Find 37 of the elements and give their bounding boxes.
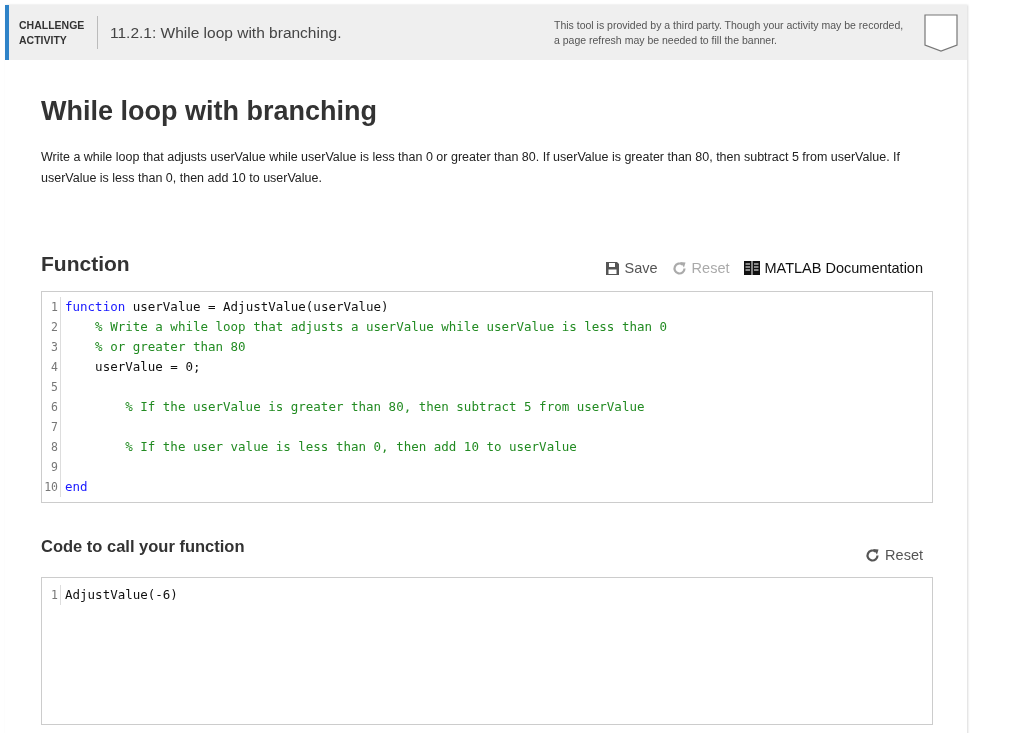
- code-keyword: function: [65, 299, 126, 314]
- line-number: 3: [42, 337, 61, 357]
- reload-icon: [865, 547, 881, 563]
- line-number: 5: [42, 377, 61, 397]
- book-icon: [743, 261, 760, 275]
- code-comment: % Write a while loop that adjusts a userValue while userValue is less than 0: [94, 319, 668, 334]
- code-keyword: end: [65, 479, 88, 494]
- page-heading: While loop with branching: [41, 96, 378, 127]
- line-number: 1: [42, 297, 61, 317]
- line-number: 8: [42, 437, 61, 457]
- code-comment: % If the userValue is greater than 80, then subtract 5 from userValue: [124, 399, 645, 414]
- docs-button[interactable]: MATLAB Documentation: [743, 260, 923, 276]
- line-number: 4: [42, 357, 61, 377]
- line-number: 9: [42, 457, 61, 477]
- section-title: Code to call your function: [41, 536, 245, 556]
- code-editor[interactable]: 1 AdjustValue(-6): [41, 577, 933, 725]
- code-comment: % or greater than 80: [94, 339, 246, 354]
- line-number: 1: [42, 585, 61, 605]
- code-editor[interactable]: [41, 291, 933, 503]
- save-button[interactable]: Save: [604, 260, 658, 276]
- line-number: 2: [42, 317, 61, 337]
- save-icon: [604, 260, 620, 276]
- code-text: userValue = 0;: [94, 359, 201, 374]
- reload-icon: [671, 260, 687, 276]
- notice-text: This tool is provided by a third party. Though your activity may be recorded, a page refresh may be needed to fill the banner.: [554, 17, 904, 48]
- reset-button[interactable]: Reset: [865, 547, 923, 563]
- activity-title: 11.2.1: While loop with branching.: [110, 23, 343, 42]
- code-text: AdjustValue(-6): [65, 587, 178, 602]
- activity-label: CHALLENGE ACTIVITY: [19, 17, 86, 48]
- line-number: 10: [42, 477, 61, 497]
- code-comment: % If the user value is less than 0, then add 10 to userValue: [124, 439, 577, 454]
- code-text: userValue = AdjustValue(userValue): [131, 299, 389, 314]
- instructions-text: Write a while loop that adjusts userValue while userValue is less than 0 or greater than 80. If userValue is greater than 80, then subtract 5 from userValue. If userValue is less than 0, then add 10 to userValue.: [41, 149, 902, 187]
- line-number: 7: [42, 417, 61, 437]
- section-title: Function: [41, 252, 130, 276]
- line-number: 6: [42, 397, 61, 417]
- bookmark-icon[interactable]: [924, 13, 958, 52]
